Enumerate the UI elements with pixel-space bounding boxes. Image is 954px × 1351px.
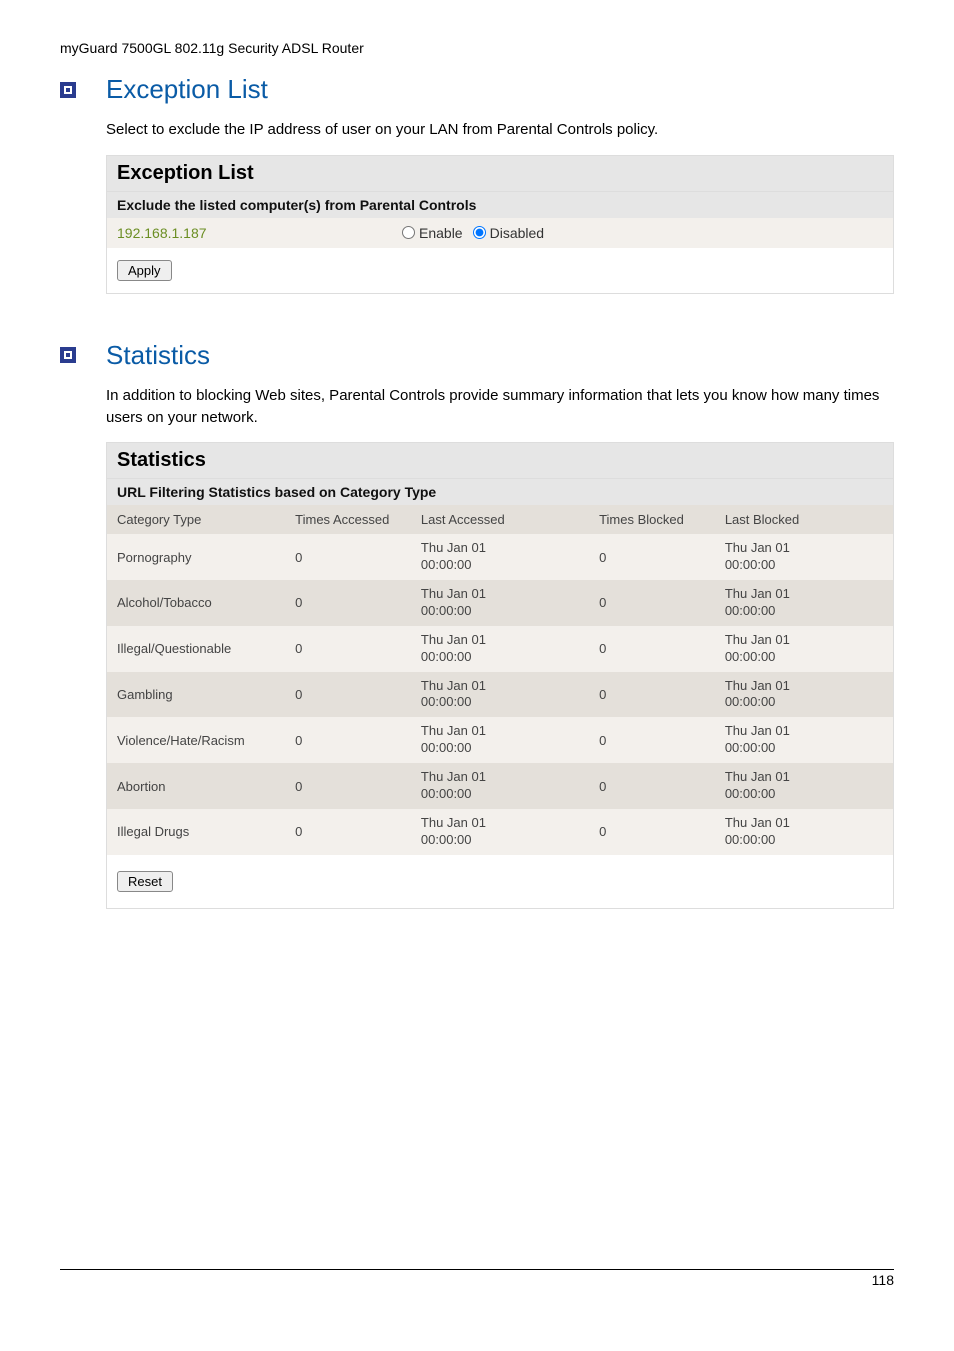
last-accessed-cell: Thu Jan 0100:00:00 (411, 534, 589, 580)
statistics-description: In addition to blocking Web sites, Paren… (106, 385, 894, 429)
table-row: Illegal/Questionable0Thu Jan 0100:00:000… (107, 626, 893, 672)
col-last-blocked: Last Blocked (715, 505, 893, 534)
last-blocked-cell: Thu Jan 0100:00:00 (715, 717, 893, 763)
times-accessed-cell: 0 (285, 672, 411, 718)
table-row: Alcohol/Tobacco0Thu Jan 0100:00:000Thu J… (107, 580, 893, 626)
category-cell: Abortion (107, 763, 285, 809)
category-cell: Illegal Drugs (107, 809, 285, 855)
document-header: myGuard 7500GL 802.11g Security ADSL Rou… (60, 40, 894, 56)
col-times-blocked: Times Blocked (589, 505, 715, 534)
statistics-section-header: Statistics (60, 340, 894, 371)
category-cell: Illegal/Questionable (107, 626, 285, 672)
times-blocked-cell: 0 (589, 717, 715, 763)
table-row: Illegal Drugs0Thu Jan 0100:00:000Thu Jan… (107, 809, 893, 855)
radio-disabled-label[interactable]: Disabled (473, 225, 544, 241)
page-footer: 118 (60, 1269, 894, 1288)
radio-enable-text: Enable (419, 225, 463, 241)
last-accessed-cell: Thu Jan 0100:00:00 (411, 717, 589, 763)
last-blocked-cell: Thu Jan 0100:00:00 (715, 534, 893, 580)
times-accessed-cell: 0 (285, 717, 411, 763)
times-accessed-cell: 0 (285, 580, 411, 626)
page-number: 118 (872, 1272, 894, 1288)
last-accessed-cell: Thu Jan 0100:00:00 (411, 580, 589, 626)
last-blocked-cell: Thu Jan 0100:00:00 (715, 809, 893, 855)
radio-disabled-text: Disabled (490, 225, 544, 241)
category-cell: Alcohol/Tobacco (107, 580, 285, 626)
table-row: Abortion0Thu Jan 0100:00:000Thu Jan 0100… (107, 763, 893, 809)
exception-title: Exception List (106, 74, 268, 105)
col-times-accessed: Times Accessed (285, 505, 411, 534)
table-row: Pornography0Thu Jan 0100:00:000Thu Jan 0… (107, 534, 893, 580)
times-blocked-cell: 0 (589, 809, 715, 855)
statistics-panel-subtitle: URL Filtering Statistics based on Catego… (107, 478, 893, 505)
times-blocked-cell: 0 (589, 626, 715, 672)
times-accessed-cell: 0 (285, 534, 411, 580)
exception-row: 192.168.1.187 Enable Disabled (107, 218, 893, 248)
category-cell: Gambling (107, 672, 285, 718)
col-category: Category Type (107, 505, 285, 534)
category-cell: Violence/Hate/Racism (107, 717, 285, 763)
times-accessed-cell: 0 (285, 809, 411, 855)
bullet-icon (60, 82, 76, 98)
last-blocked-cell: Thu Jan 0100:00:00 (715, 763, 893, 809)
exception-section-header: Exception List (60, 74, 894, 105)
statistics-panel-title: Statistics (107, 443, 893, 478)
last-blocked-cell: Thu Jan 0100:00:00 (715, 672, 893, 718)
exception-panel-title: Exception List (107, 156, 893, 191)
stats-table: Category Type Times Accessed Last Access… (107, 505, 893, 854)
times-accessed-cell: 0 (285, 626, 411, 672)
reset-button[interactable]: Reset (117, 871, 173, 892)
category-cell: Pornography (107, 534, 285, 580)
table-row: Gambling0Thu Jan 0100:00:000Thu Jan 0100… (107, 672, 893, 718)
radio-enable-label[interactable]: Enable (402, 225, 463, 241)
last-blocked-cell: Thu Jan 0100:00:00 (715, 626, 893, 672)
times-blocked-cell: 0 (589, 580, 715, 626)
exception-panel-subtitle: Exclude the listed computer(s) from Pare… (107, 191, 893, 218)
table-row: Violence/Hate/Racism0Thu Jan 0100:00:000… (107, 717, 893, 763)
times-accessed-cell: 0 (285, 763, 411, 809)
statistics-panel: Statistics URL Filtering Statistics base… (106, 442, 894, 908)
last-accessed-cell: Thu Jan 0100:00:00 (411, 763, 589, 809)
exception-description: Select to exclude the IP address of user… (106, 119, 894, 141)
times-blocked-cell: 0 (589, 672, 715, 718)
bullet-icon (60, 347, 76, 363)
statistics-title: Statistics (106, 340, 210, 371)
apply-button[interactable]: Apply (117, 260, 172, 281)
exception-panel: Exception List Exclude the listed comput… (106, 155, 894, 294)
last-accessed-cell: Thu Jan 0100:00:00 (411, 809, 589, 855)
last-accessed-cell: Thu Jan 0100:00:00 (411, 672, 589, 718)
radio-disabled[interactable] (473, 226, 486, 239)
radio-enable[interactable] (402, 226, 415, 239)
exception-ip: 192.168.1.187 (117, 225, 402, 241)
last-blocked-cell: Thu Jan 0100:00:00 (715, 580, 893, 626)
last-accessed-cell: Thu Jan 0100:00:00 (411, 626, 589, 672)
col-last-accessed: Last Accessed (411, 505, 589, 534)
times-blocked-cell: 0 (589, 763, 715, 809)
times-blocked-cell: 0 (589, 534, 715, 580)
